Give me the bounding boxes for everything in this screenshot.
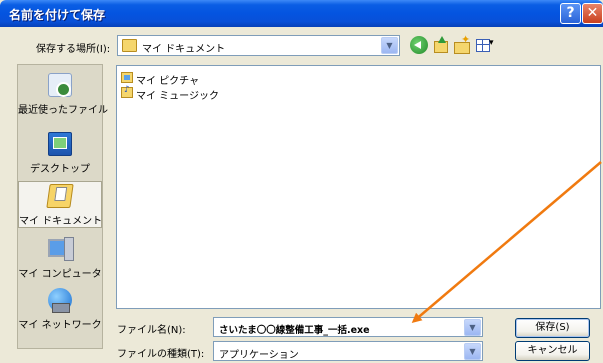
annotation-arrow-icon: [411, 161, 602, 323]
save-as-dialog: 名前を付けて保存 ? ✕ 保存する場所(I): マイ ドキュメント ▼ 最近使っ…: [0, 0, 603, 363]
